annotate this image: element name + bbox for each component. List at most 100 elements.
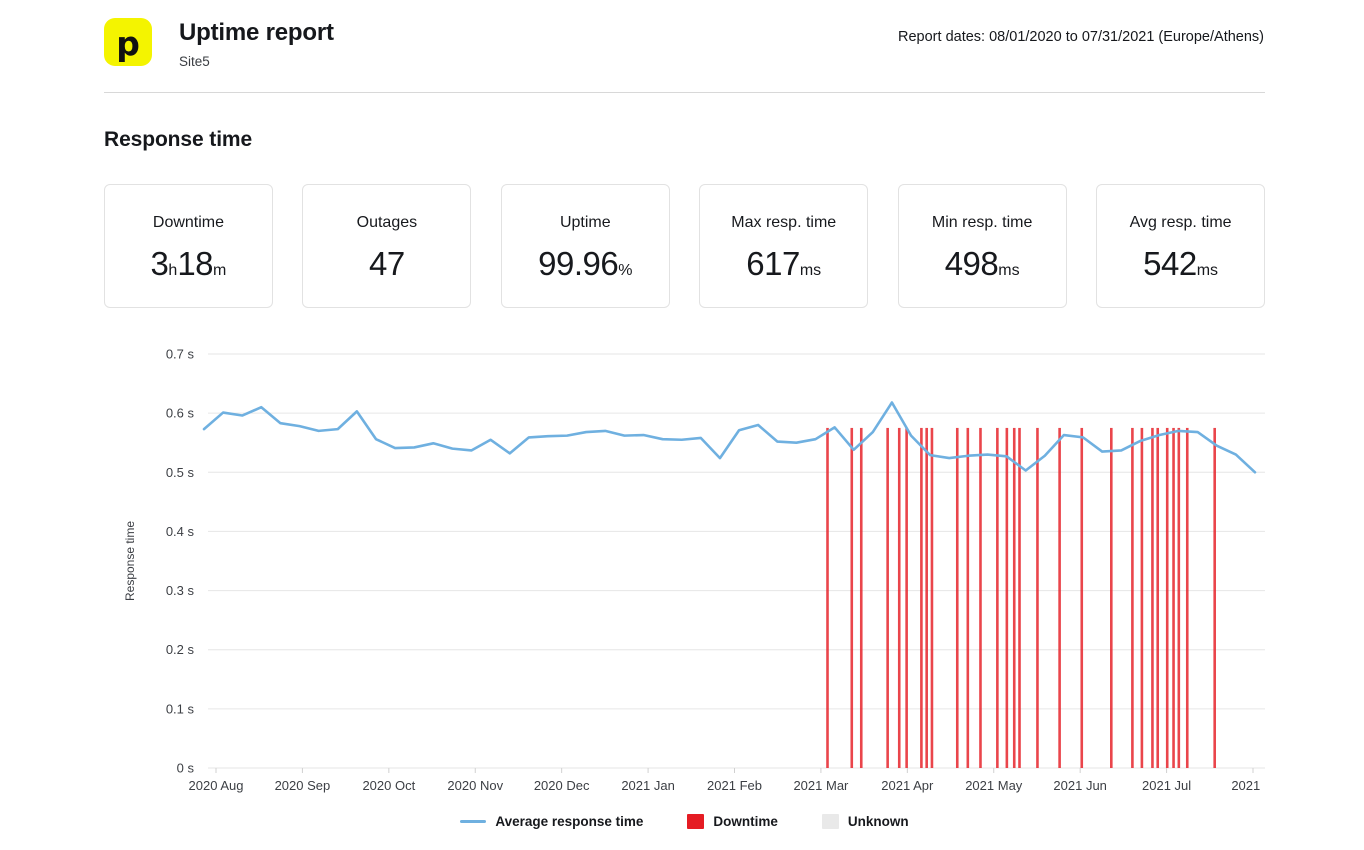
stat-card-label: Outages bbox=[356, 214, 418, 231]
x-axis-tick-label: 2020 Nov bbox=[447, 778, 503, 793]
downtime-swatch-icon bbox=[687, 814, 705, 829]
downtime-bar bbox=[1080, 427, 1084, 768]
x-axis-tick-label: 2020 Dec bbox=[534, 778, 590, 793]
line-swatch-icon bbox=[460, 820, 487, 823]
downtime-bar bbox=[966, 427, 970, 768]
stat-value-unit-2: m bbox=[213, 262, 227, 279]
stat-card-value: 542ms bbox=[1143, 245, 1218, 290]
downtime-bar bbox=[1018, 427, 1021, 768]
stat-value-unit: ms bbox=[1196, 262, 1219, 279]
downtime-bar bbox=[850, 427, 854, 768]
x-axis-tick-label: 2021 Jun bbox=[1053, 778, 1107, 793]
downtime-bar bbox=[859, 427, 863, 768]
stat-card-value: 617ms bbox=[746, 245, 821, 290]
downtime-bar bbox=[1110, 427, 1113, 768]
downtime-bar bbox=[1177, 427, 1181, 768]
y-axis-tick-label: 0.5 s bbox=[166, 465, 195, 480]
y-axis-tick-label: 0.3 s bbox=[166, 583, 195, 598]
legend-item-downtime[interactable]: Downtime bbox=[687, 814, 778, 829]
legend-item-average-response-time[interactable]: Average response time bbox=[460, 814, 643, 829]
stat-value-number: 47 bbox=[369, 245, 405, 282]
header-divider bbox=[104, 92, 1265, 93]
downtime-bar bbox=[1151, 427, 1154, 768]
uptime-report-page: p Uptime report Site5 Report dates: 08/0… bbox=[0, 0, 1364, 850]
site-name: Site5 bbox=[179, 54, 210, 69]
downtime-bar bbox=[930, 427, 934, 768]
downtime-bar bbox=[1131, 427, 1134, 768]
y-axis-tick-label: 0 s bbox=[177, 761, 195, 776]
stat-card: Outages 47 bbox=[302, 184, 472, 308]
downtime-bar bbox=[1005, 427, 1009, 768]
page-header: p Uptime report Site5 Report dates: 08/0… bbox=[104, 14, 1264, 78]
stat-value-number: 498 bbox=[944, 245, 999, 282]
downtime-bar bbox=[886, 427, 889, 768]
stat-card-value: 498ms bbox=[945, 245, 1020, 290]
section-title: Response time bbox=[104, 128, 253, 151]
stat-card-label: Downtime bbox=[152, 214, 225, 231]
stat-value-unit: ms bbox=[799, 262, 822, 279]
stat-card-value: 99.96% bbox=[538, 245, 632, 290]
stat-value-number: 3 bbox=[150, 245, 169, 282]
x-axis-tick-label: 2021 Apr bbox=[881, 778, 934, 793]
downtime-bar bbox=[905, 427, 908, 768]
downtime-bar bbox=[897, 427, 901, 768]
stat-value-number: 542 bbox=[1143, 245, 1197, 282]
page-title: Uptime report bbox=[179, 19, 334, 46]
stat-card: Avg resp. time 542ms bbox=[1096, 184, 1266, 308]
downtime-bar bbox=[1036, 427, 1039, 768]
downtime-bar bbox=[1156, 427, 1160, 768]
stat-card-label: Uptime bbox=[559, 214, 611, 231]
downtime-bar bbox=[920, 427, 923, 768]
x-axis-tick-label: 2020 Sep bbox=[275, 778, 331, 793]
downtime-bar bbox=[1140, 427, 1144, 768]
response-time-chart: 0 s 0.1 s 0.2 s 0.3 s 0.4 s 0.5 s 0.6 s 0.7 s Re… bbox=[104, 336, 1265, 836]
stat-value-unit: h bbox=[168, 262, 178, 279]
stat-card-label: Min resp. time bbox=[931, 214, 1033, 231]
downtime-bar bbox=[1165, 427, 1169, 768]
x-axis-tick-label: 2021 Mar bbox=[793, 778, 849, 793]
downtime-bar bbox=[1213, 427, 1216, 768]
stat-card: Min resp. time 498ms bbox=[897, 184, 1067, 308]
stat-card-label: Max resp. time bbox=[731, 214, 837, 231]
stat-value-number-2: 18 bbox=[177, 245, 214, 282]
stat-card-label: Avg resp. time bbox=[1129, 214, 1232, 231]
downtime-bar bbox=[979, 427, 982, 768]
title-block: Uptime report Site5 bbox=[179, 18, 334, 71]
y-axis-tick-label: 0.7 s bbox=[166, 347, 195, 362]
stat-card: Max resp. time 617ms bbox=[699, 184, 869, 308]
x-axis-tick-label: 2021 Jan bbox=[621, 778, 675, 793]
x-axis-tick-label: 2020 Oct bbox=[362, 778, 415, 793]
stat-value-number: 617 bbox=[746, 245, 800, 282]
y-axis-tick-label: 0.6 s bbox=[166, 406, 195, 421]
stat-value-number: 99.96 bbox=[538, 245, 619, 282]
downtime-bar bbox=[1012, 427, 1016, 768]
downtime-bar bbox=[955, 427, 959, 768]
stat-card: Uptime 99.96% bbox=[500, 184, 670, 308]
downtime-bar bbox=[925, 427, 928, 768]
downtime-bar bbox=[1058, 427, 1061, 768]
stat-value-unit: % bbox=[618, 262, 633, 279]
x-axis-tick-label: 2020 Aug bbox=[189, 778, 244, 793]
stat-card: Downtime 3h18m bbox=[104, 184, 273, 308]
legend-item-unknown[interactable]: Unknown bbox=[821, 814, 909, 829]
y-axis-tick-label: 0.2 s bbox=[166, 642, 195, 657]
y-axis-title: Response time bbox=[123, 521, 137, 601]
pingdom-p-logo-icon: p bbox=[104, 18, 152, 66]
x-axis-tick-label: 2021 Jul bbox=[1142, 778, 1191, 793]
downtime-bar bbox=[1185, 427, 1189, 768]
y-axis-tick-label: 0.4 s bbox=[166, 524, 195, 539]
stat-card-value: 3h18m bbox=[151, 245, 227, 290]
chart-svg: 0 s 0.1 s 0.2 s 0.3 s 0.4 s 0.5 s 0.6 s 0.7 s Re… bbox=[123, 347, 1265, 793]
downtime-bar bbox=[1172, 427, 1175, 768]
downtime-bar bbox=[996, 427, 999, 768]
stat-card-value: 47 bbox=[369, 245, 405, 290]
chart-legend: Average response time Downtime Unknown bbox=[104, 814, 1265, 829]
unknown-swatch-icon bbox=[821, 814, 839, 829]
stat-cards: Downtime 3h18m Outages 47 Uptime 99.96% Max re… bbox=[104, 184, 1266, 308]
legend-label-average: Average response time bbox=[495, 814, 644, 829]
x-axis-tick-label: 2021 Feb bbox=[707, 778, 762, 793]
y-axis-tick-label: 0.1 s bbox=[166, 701, 195, 716]
legend-label-unknown: Unknown bbox=[847, 814, 909, 829]
x-axis-tick-label: 2021 May bbox=[965, 778, 1023, 793]
downtime-bar bbox=[826, 427, 829, 768]
